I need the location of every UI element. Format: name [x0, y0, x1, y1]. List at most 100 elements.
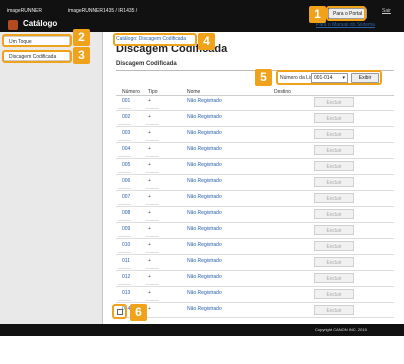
callout-4: 4 [198, 33, 215, 50]
row-name[interactable]: Não Registrado [187, 130, 222, 136]
row-number[interactable]: 004 [122, 146, 130, 152]
row-separator [146, 124, 159, 125]
delete-button[interactable]: Excluir [314, 129, 354, 139]
delete-button[interactable]: Excluir [314, 257, 354, 267]
delete-button[interactable]: Excluir [314, 305, 354, 315]
row-number[interactable]: 012 [122, 274, 130, 280]
table-row: 005 + Não Registrado Excluir [116, 159, 394, 175]
row-separator [146, 188, 159, 189]
row-name[interactable]: Não Registrado [187, 162, 222, 168]
callout-highlight-coded-dial [2, 50, 72, 63]
row-separator [118, 204, 131, 205]
footer: Copyright CANON INC. 2015 [0, 324, 404, 336]
row-name[interactable]: Não Registrado [187, 306, 222, 312]
table-row: 008 + Não Registrado Excluir [116, 207, 394, 223]
callout-1: 1 [309, 6, 326, 23]
row-name[interactable]: Não Registrado [187, 226, 222, 232]
table-row: 011 + Não Registrado Excluir [116, 255, 394, 271]
row-number[interactable]: 006 [122, 178, 130, 184]
row-separator [146, 204, 159, 205]
manual-link[interactable]: Para o Manual do Sistema [316, 22, 375, 28]
delete-button[interactable]: Excluir [314, 209, 354, 219]
delete-button[interactable]: Excluir [314, 113, 354, 123]
row-separator [118, 300, 131, 301]
row-name[interactable]: Não Registrado [187, 210, 222, 216]
row-type: + [148, 130, 151, 136]
exit-link[interactable]: Sair [382, 8, 391, 14]
row-number[interactable]: 007 [122, 194, 130, 200]
row-separator [118, 284, 131, 285]
row-separator [146, 220, 159, 221]
table-row: 001 + Não Registrado Excluir [116, 95, 394, 111]
sidebar: Um Toque Discagem Codificada [0, 32, 103, 324]
row-separator [118, 236, 131, 237]
callout-highlight-portal [326, 6, 366, 21]
callout-highlight-breadcrumb [113, 33, 197, 46]
delete-button[interactable]: Excluir [314, 193, 354, 203]
row-name[interactable]: Não Registrado [187, 114, 222, 120]
row-number[interactable]: 008 [122, 210, 130, 216]
row-type: + [148, 194, 151, 200]
row-name[interactable]: Não Registrado [187, 98, 222, 104]
row-number[interactable]: 009 [122, 226, 130, 232]
catalog-page: imageRUNNER imageRUNNER1435 / IR1435 / C… [0, 0, 404, 364]
table-row: 004 + Não Registrado Excluir [116, 143, 394, 159]
delete-button[interactable]: Excluir [314, 289, 354, 299]
row-type: + [148, 178, 151, 184]
table-row: 007 + Não Registrado Excluir [116, 191, 394, 207]
row-name[interactable]: Não Registrado [187, 178, 222, 184]
row-name[interactable]: Não Registrado [187, 194, 222, 200]
row-separator [146, 252, 159, 253]
row-name[interactable]: Não Registrado [187, 258, 222, 264]
row-separator [146, 156, 159, 157]
delete-button[interactable]: Excluir [314, 273, 354, 283]
row-separator [146, 236, 159, 237]
row-separator [146, 140, 159, 141]
row-name[interactable]: Não Registrado [187, 274, 222, 280]
row-number[interactable]: 003 [122, 130, 130, 136]
product-name: imageRUNNER [7, 8, 43, 14]
table-row: 003 + Não Registrado Excluir [116, 127, 394, 143]
delete-button[interactable]: Excluir [314, 161, 354, 171]
table-row: 013 + Não Registrado Excluir [116, 287, 394, 303]
row-number[interactable]: 002 [122, 114, 130, 120]
row-name[interactable]: Não Registrado [187, 146, 222, 152]
row-type: + [148, 162, 151, 168]
row-number[interactable]: 001 [122, 98, 130, 104]
row-separator [118, 188, 131, 189]
row-number[interactable]: 013 [122, 290, 130, 296]
row-type: + [148, 290, 151, 296]
delete-button[interactable]: Excluir [314, 241, 354, 251]
row-separator [146, 108, 159, 109]
row-type: + [148, 210, 151, 216]
app-title: Catálogo [23, 19, 58, 28]
callout-5: 5 [255, 69, 272, 86]
callout-highlight-one-touch [2, 34, 72, 47]
table-row: 012 + Não Registrado Excluir [116, 271, 394, 287]
row-number[interactable]: 005 [122, 162, 130, 168]
table-row: 014 + Não Registrado Excluir [116, 303, 394, 318]
table-row: 010 + Não Registrado Excluir [116, 239, 394, 255]
delete-button[interactable]: Excluir [314, 97, 354, 107]
row-separator [146, 300, 159, 301]
device-name: imageRUNNER1435 / IR1435 / [68, 8, 138, 14]
delete-button[interactable]: Excluir [314, 225, 354, 235]
row-type: + [148, 242, 151, 248]
row-type: + [148, 258, 151, 264]
row-number[interactable]: 010 [122, 242, 130, 248]
row-separator [118, 124, 131, 125]
row-name[interactable]: Não Registrado [187, 290, 222, 296]
table-row: 009 + Não Registrado Excluir [116, 223, 394, 239]
table-row: 002 + Não Registrado Excluir [116, 111, 394, 127]
row-separator [146, 284, 159, 285]
callout-2: 2 [73, 29, 90, 46]
delete-button[interactable]: Excluir [314, 145, 354, 155]
delete-button[interactable]: Excluir [314, 177, 354, 187]
callout-highlight-printer [112, 304, 127, 319]
row-number[interactable]: 011 [122, 258, 130, 264]
row-type: + [148, 274, 151, 280]
table-row: 006 + Não Registrado Excluir [116, 175, 394, 191]
row-separator [118, 268, 131, 269]
row-name[interactable]: Não Registrado [187, 242, 222, 248]
row-type: + [148, 146, 151, 152]
